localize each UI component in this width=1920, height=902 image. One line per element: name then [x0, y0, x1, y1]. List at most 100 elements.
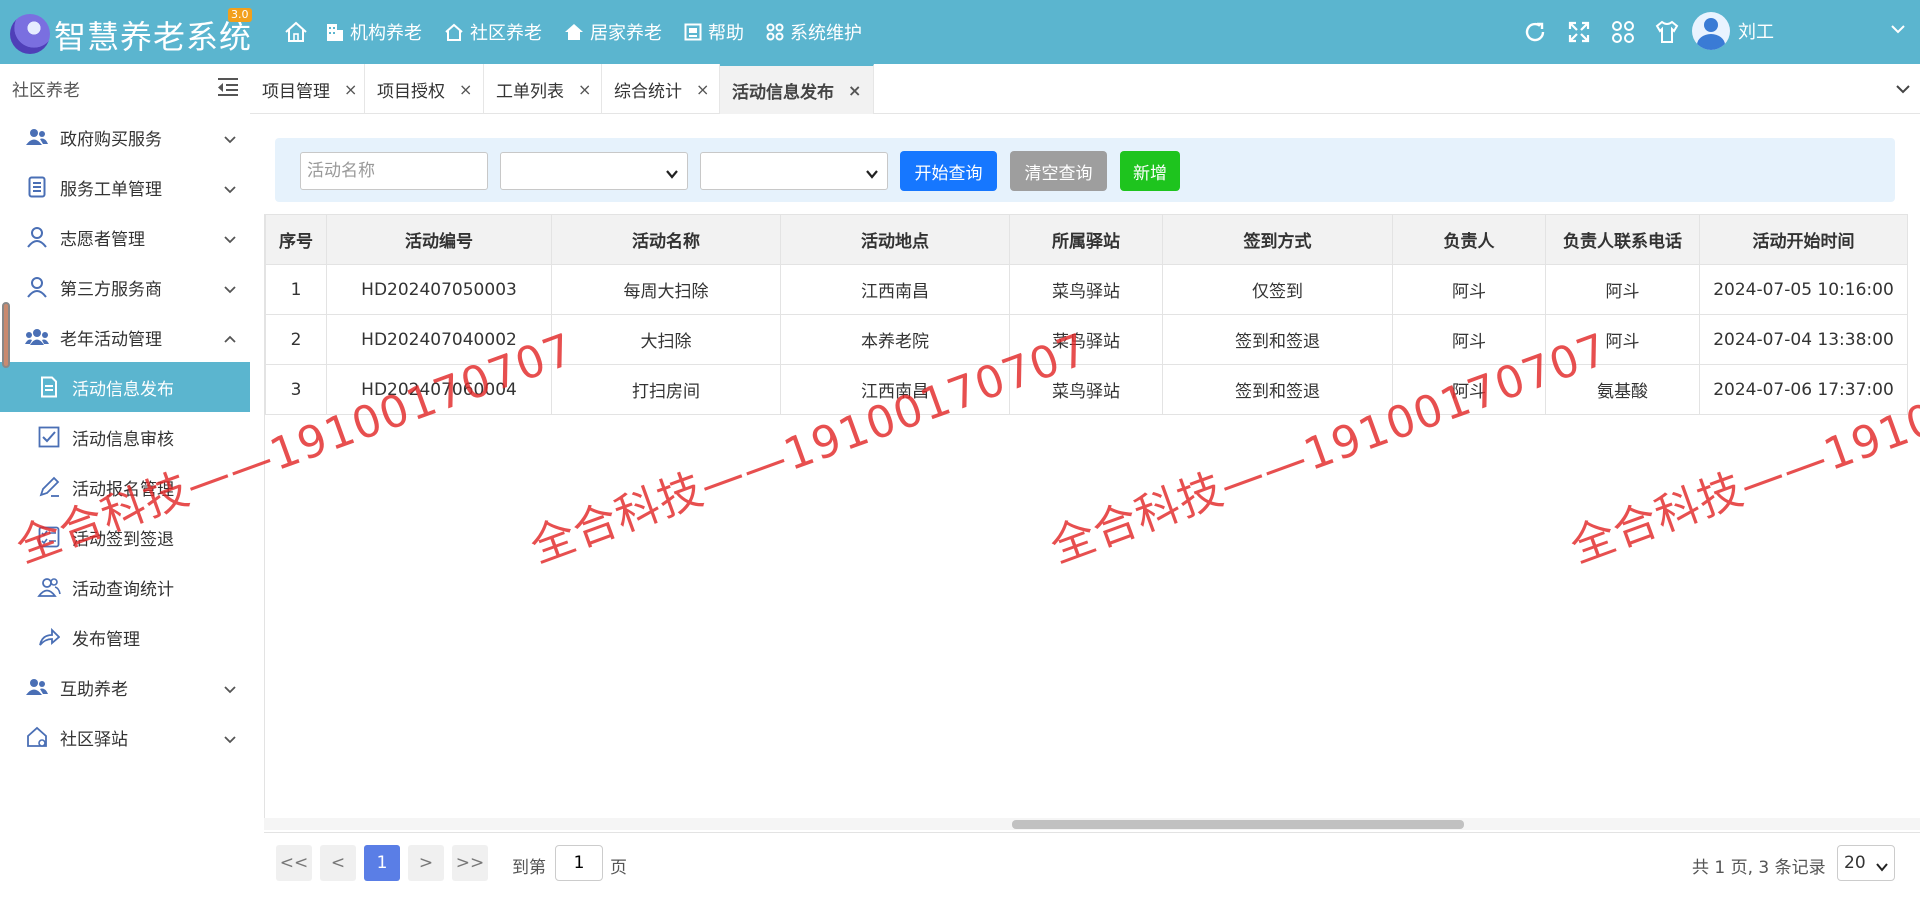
menu-collapse-icon[interactable] — [216, 77, 240, 102]
column-header[interactable]: 所属驿站 — [1009, 214, 1163, 265]
table-cell: 2024-07-06 17:37:00 — [1699, 364, 1908, 415]
close-icon[interactable]: × — [344, 80, 357, 99]
scrollbar-thumb[interactable] — [1012, 820, 1464, 829]
fullscreen-icon[interactable] — [1564, 17, 1594, 47]
nav-help[interactable]: 帮助 — [684, 19, 744, 45]
column-header[interactable]: 序号 — [265, 214, 327, 265]
column-header[interactable]: 负责人 — [1392, 214, 1546, 265]
tab-project-management[interactable]: 项目管理 × — [250, 64, 365, 114]
sidebar-item-activity-stats[interactable]: 活动查询统计 — [0, 562, 250, 612]
sidebar-item-label: 互助养老 — [60, 679, 128, 700]
nav-label: 系统维护 — [790, 23, 862, 44]
chevron-down-icon — [1876, 857, 1888, 877]
activity-name-input[interactable] — [300, 152, 488, 190]
edit-icon — [36, 474, 62, 500]
home-filled-icon — [565, 24, 583, 40]
page-size-select[interactable]: 20 — [1837, 845, 1895, 881]
user-menu[interactable]: 刘工 — [1692, 12, 1774, 50]
column-header[interactable]: 活动编号 — [326, 214, 552, 265]
prev-page-button[interactable]: < — [320, 845, 356, 881]
sidebar-item-label: 政府购买服务 — [60, 129, 162, 150]
refresh-icon[interactable] — [1520, 17, 1550, 47]
first-page-button[interactable]: << — [276, 845, 312, 881]
chevron-down-icon[interactable] — [1896, 80, 1910, 100]
goto-suffix: 页 — [610, 858, 627, 878]
sidebar-scrollbar[interactable] — [2, 302, 10, 368]
search-button[interactable]: 开始查询 — [900, 151, 997, 191]
nav-system-maintenance[interactable]: 系统维护 — [766, 19, 862, 45]
tab-activity-publish[interactable]: 活动信息发布 × — [720, 64, 874, 114]
sidebar: 社区养老 政府购买服务 服务工单管理 志愿者管理 第三方服务商 老年活动管理 活… — [0, 64, 250, 902]
close-icon[interactable]: × — [578, 80, 591, 99]
tab-summary-statistics[interactable]: 综合统计 × — [602, 64, 720, 114]
table-row[interactable]: 1 HD202407050003 每周大扫除 江西南昌 菜鸟驿站 仅签到 阿斗 … — [265, 264, 1908, 315]
table-cell: 菜鸟驿站 — [1009, 364, 1163, 415]
home-icon[interactable] — [280, 16, 312, 48]
table-cell: 阿斗 — [1392, 364, 1546, 415]
tab-label: 工单列表 — [496, 81, 564, 102]
nav-institution-care[interactable]: 机构养老 — [326, 19, 422, 45]
table-cell: 打扫房间 — [551, 364, 781, 415]
chevron-down-icon — [224, 229, 236, 249]
add-button[interactable]: 新增 — [1120, 151, 1180, 191]
current-page-button[interactable]: 1 — [364, 845, 400, 881]
chevron-down-icon — [224, 729, 236, 749]
user-outline-icon — [24, 274, 50, 300]
column-header[interactable]: 负责人联系电话 — [1545, 214, 1700, 265]
station-select[interactable] — [500, 152, 688, 190]
tab-label: 活动信息发布 — [732, 82, 834, 103]
close-icon[interactable]: × — [848, 81, 861, 100]
tab-project-authorization[interactable]: 项目授权 × — [365, 64, 484, 114]
close-icon[interactable]: × — [696, 80, 709, 99]
column-header[interactable]: 活动开始时间 — [1699, 214, 1908, 265]
close-icon[interactable]: × — [459, 80, 472, 99]
station-icon — [24, 724, 50, 750]
next-page-button[interactable]: > — [408, 845, 444, 881]
sidebar-item-third-party[interactable]: 第三方服务商 — [0, 262, 250, 312]
sidebar-item-activity-signup[interactable]: 活动报名管理 — [0, 462, 250, 512]
table-horizontal-scrollbar[interactable] — [264, 818, 1920, 830]
sidebar-item-government-services[interactable]: 政府购买服务 — [0, 112, 250, 162]
table-cell: 阿斗 — [1545, 314, 1700, 365]
goto-page-input[interactable] — [555, 845, 603, 881]
nav-community-care[interactable]: 社区养老 — [444, 19, 542, 45]
sidebar-item-work-orders[interactable]: 服务工单管理 — [0, 162, 250, 212]
table-cell: HD202407040002 — [326, 314, 552, 365]
column-header[interactable]: 活动地点 — [780, 214, 1010, 265]
sidebar-item-elderly-activities[interactable]: 老年活动管理 — [0, 312, 250, 362]
tab-label: 项目授权 — [377, 81, 445, 102]
table-cell: 阿斗 — [1392, 314, 1546, 365]
table-cell: 阿斗 — [1392, 264, 1546, 315]
sidebar-item-activity-publish[interactable]: 活动信息发布 — [0, 362, 250, 412]
sidebar-item-label: 活动签到签退 — [72, 529, 174, 550]
last-page-button[interactable]: >> — [452, 845, 488, 881]
nav-label: 帮助 — [708, 23, 744, 44]
chevron-down-icon — [224, 679, 236, 699]
clear-button[interactable]: 清空查询 — [1010, 151, 1107, 191]
apps-icon[interactable] — [1608, 17, 1638, 47]
sidebar-item-community-station[interactable]: 社区驿站 — [0, 712, 250, 762]
tab-work-order-list[interactable]: 工单列表 × — [484, 64, 602, 114]
record-summary: 共 1 页, 3 条记录 — [1692, 858, 1826, 878]
table-cell: HD202407050003 — [326, 264, 552, 315]
document-list-icon — [24, 174, 50, 200]
sidebar-item-publish-management[interactable]: 发布管理 — [0, 612, 250, 662]
chevron-down-icon — [224, 179, 236, 199]
nav-home-care[interactable]: 居家养老 — [564, 19, 662, 45]
sidebar-item-activity-review[interactable]: 活动信息审核 — [0, 412, 250, 462]
table-row[interactable]: 3 HD202407060004 打扫房间 江西南昌 菜鸟驿站 签到和签退 阿斗… — [265, 364, 1908, 415]
table-cell: 签到和签退 — [1162, 314, 1393, 365]
chevron-down-icon[interactable] — [1890, 20, 1906, 40]
column-header[interactable]: 签到方式 — [1162, 214, 1393, 265]
sidebar-item-label: 老年活动管理 — [60, 329, 162, 350]
column-header[interactable]: 活动名称 — [551, 214, 781, 265]
sidebar-item-activity-checkin[interactable]: 活动签到签退 — [0, 512, 250, 562]
checkin-type-select[interactable] — [700, 152, 888, 190]
sidebar-item-volunteers[interactable]: 志愿者管理 — [0, 212, 250, 262]
table-row[interactable]: 2 HD202407040002 大扫除 本养老院 菜鸟驿站 签到和签退 阿斗 … — [265, 314, 1908, 365]
table-cell: 江西南昌 — [780, 264, 1010, 315]
user-outline-icon — [24, 224, 50, 250]
theme-shirt-icon[interactable] — [1652, 17, 1682, 47]
chevron-down-icon — [224, 279, 236, 299]
sidebar-item-mutual-aid[interactable]: 互助养老 — [0, 662, 250, 712]
